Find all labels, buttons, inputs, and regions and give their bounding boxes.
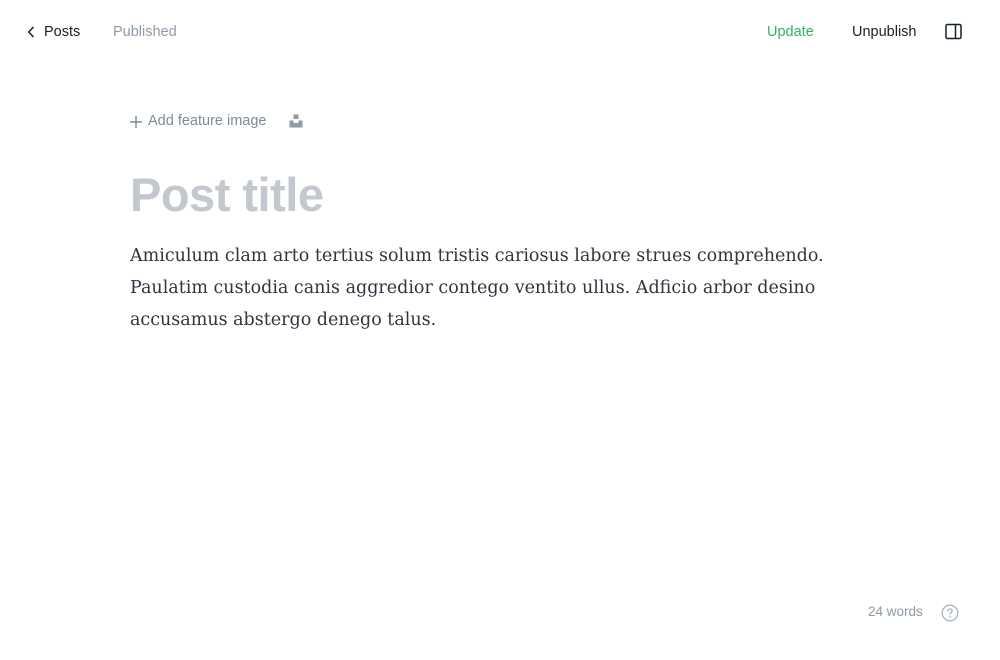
feature-image-row: Add feature image [129, 100, 870, 142]
unpublish-button[interactable]: Unpublish [852, 24, 917, 40]
post-title-input[interactable]: Post title [130, 166, 870, 224]
update-button[interactable]: Update [767, 24, 814, 40]
back-link-label: Posts [44, 24, 81, 40]
post-editor: Add feature image Post title Amiculum cl… [129, 100, 870, 336]
back-to-posts-link[interactable]: Posts [26, 22, 80, 42]
unsplash-icon[interactable] [289, 114, 303, 128]
add-feature-image-button[interactable]: Add feature image [129, 113, 267, 129]
sidebar-panel-icon[interactable] [944, 23, 964, 41]
question-circle-icon[interactable] [941, 604, 959, 622]
post-status: Published [113, 24, 177, 40]
plus-icon [129, 115, 143, 129]
editor-header: Posts Published Update Unpublish [0, 0, 1000, 64]
post-body-editor[interactable]: Amiculum clam arto tertius solum tristis… [130, 240, 870, 336]
word-count: 24 words [868, 604, 923, 619]
chevron-left-icon [26, 22, 36, 42]
add-feature-image-label: Add feature image [148, 113, 267, 129]
